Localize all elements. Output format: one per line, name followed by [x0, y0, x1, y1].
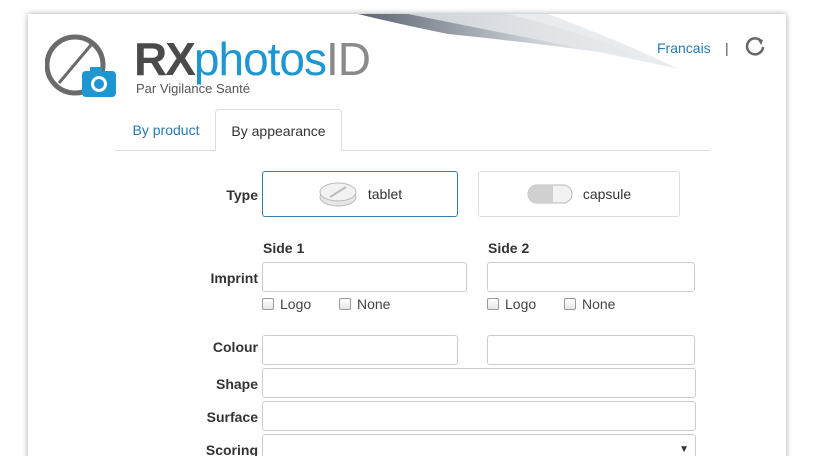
type-tablet-button[interactable]: tablet [262, 171, 458, 217]
brand-photos: photos [193, 33, 327, 85]
side1-logo-checkbox[interactable]: Logo [262, 296, 311, 312]
shape-label: Shape [215, 376, 258, 392]
checkbox-box[interactable] [262, 298, 274, 310]
type-tablet-label: tablet [367, 186, 403, 202]
tagline: Par Vigilance Santé [136, 81, 250, 96]
side2-heading: Side 2 [488, 240, 530, 256]
refresh-icon[interactable] [744, 36, 766, 58]
chevron-down-icon: ▼ [679, 444, 689, 455]
scoring-select[interactable]: ▼ [262, 434, 696, 456]
language-link[interactable]: Francais [657, 40, 711, 56]
capsule-icon [527, 184, 573, 204]
side2-none-checkbox[interactable]: None [564, 296, 615, 312]
colour-label: Colour [212, 339, 258, 355]
side1-none-label: None [357, 296, 391, 312]
tab-by-appearance[interactable]: By appearance [215, 109, 342, 151]
imprint-side2-input[interactable] [487, 262, 695, 292]
brand-rx: RX [134, 33, 196, 85]
side1-heading: Side 1 [263, 240, 305, 256]
side2-none-label: None [582, 296, 616, 312]
colour-side1-input[interactable] [262, 335, 458, 365]
brand-id: ID [326, 33, 371, 85]
side2-logo-checkbox[interactable]: Logo [487, 296, 536, 312]
surface-label: Surface [206, 409, 258, 425]
brand-wordmark: RXphotosID [134, 33, 371, 85]
logo-camera-icon [45, 34, 116, 97]
type-label: Type [226, 187, 258, 203]
checkbox-box[interactable] [487, 298, 499, 310]
side1-none-checkbox[interactable]: None [339, 296, 390, 312]
imprint-label: Imprint [210, 270, 258, 286]
side2-logo-label: Logo [505, 296, 537, 312]
type-capsule-button[interactable]: capsule [478, 171, 680, 217]
checkbox-box[interactable] [564, 298, 576, 310]
colour-side2-input[interactable] [487, 335, 695, 365]
header-separator: | [725, 40, 729, 56]
tablet-icon [319, 182, 357, 207]
main-card: RXphotosID Par Vigilance Santé Francais … [28, 14, 786, 456]
surface-input[interactable] [262, 401, 696, 431]
tab-by-product[interactable]: By product [116, 109, 216, 151]
shape-input[interactable] [262, 368, 696, 398]
type-capsule-label: capsule [582, 186, 632, 202]
checkbox-box[interactable] [339, 298, 351, 310]
side1-logo-label: Logo [280, 296, 312, 312]
scoring-label: Scoring [205, 442, 258, 456]
imprint-side1-input[interactable] [262, 262, 467, 292]
